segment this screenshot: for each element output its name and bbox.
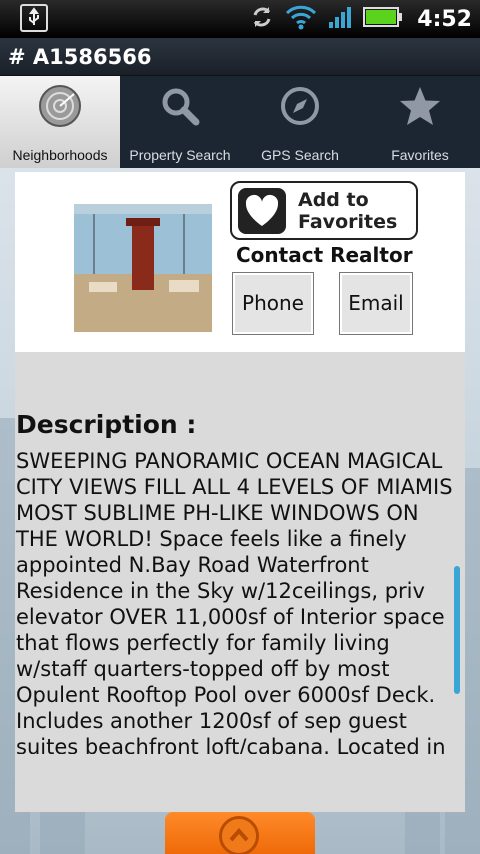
page-title: # A1586566 [0, 38, 480, 76]
contact-realtor-heading: Contact Realtor [236, 243, 413, 267]
usb-icon [20, 4, 48, 32]
tab-neighborhoods[interactable]: Neighborhoods [0, 76, 120, 168]
wifi-icon [285, 4, 317, 34]
listing-header: Add to Favorites Contact Realtor Phone E… [15, 172, 465, 352]
description-text: SWEEPING PANORAMIC OCEAN MAGICAL CITY VI… [16, 449, 453, 754]
star-icon [398, 84, 442, 128]
radar-icon [38, 84, 82, 128]
add-to-favorites-button[interactable]: Add to Favorites [230, 181, 418, 240]
description-scroll-area[interactable]: SWEEPING PANORAMIC OCEAN MAGICAL CITY VI… [15, 448, 465, 754]
heart-icon [238, 188, 286, 234]
tab-label: Favorites [391, 147, 449, 163]
status-bar: 4:52 [0, 0, 480, 38]
tab-label: Property Search [129, 147, 231, 163]
clock: 4:52 [417, 6, 472, 32]
tab-bar: Neighborhoods Property Search GPS Search… [0, 76, 480, 168]
description-heading: Description : [16, 410, 197, 439]
scrollbar[interactable] [454, 566, 460, 694]
search-icon [158, 84, 202, 128]
listing-detail-panel: Add to Favorites Contact Realtor Phone E… [15, 172, 465, 812]
tab-label: Neighborhoods [12, 147, 108, 163]
tab-property-search[interactable]: Property Search [120, 76, 240, 168]
tab-gps-search[interactable]: GPS Search [240, 76, 360, 168]
arrow-up-icon [219, 816, 259, 854]
sync-icon [249, 4, 275, 34]
phone-button[interactable]: Phone [232, 272, 314, 335]
email-button[interactable]: Email [339, 272, 413, 335]
property-photo[interactable] [74, 204, 212, 332]
battery-icon [363, 5, 403, 33]
tab-label: GPS Search [261, 147, 339, 163]
tab-favorites[interactable]: Favorites [360, 76, 480, 168]
compass-icon [278, 84, 322, 128]
add-to-favorites-label: Add to Favorites [298, 189, 398, 233]
signal-icon [327, 4, 353, 34]
bottom-drawer-handle[interactable] [165, 812, 315, 854]
